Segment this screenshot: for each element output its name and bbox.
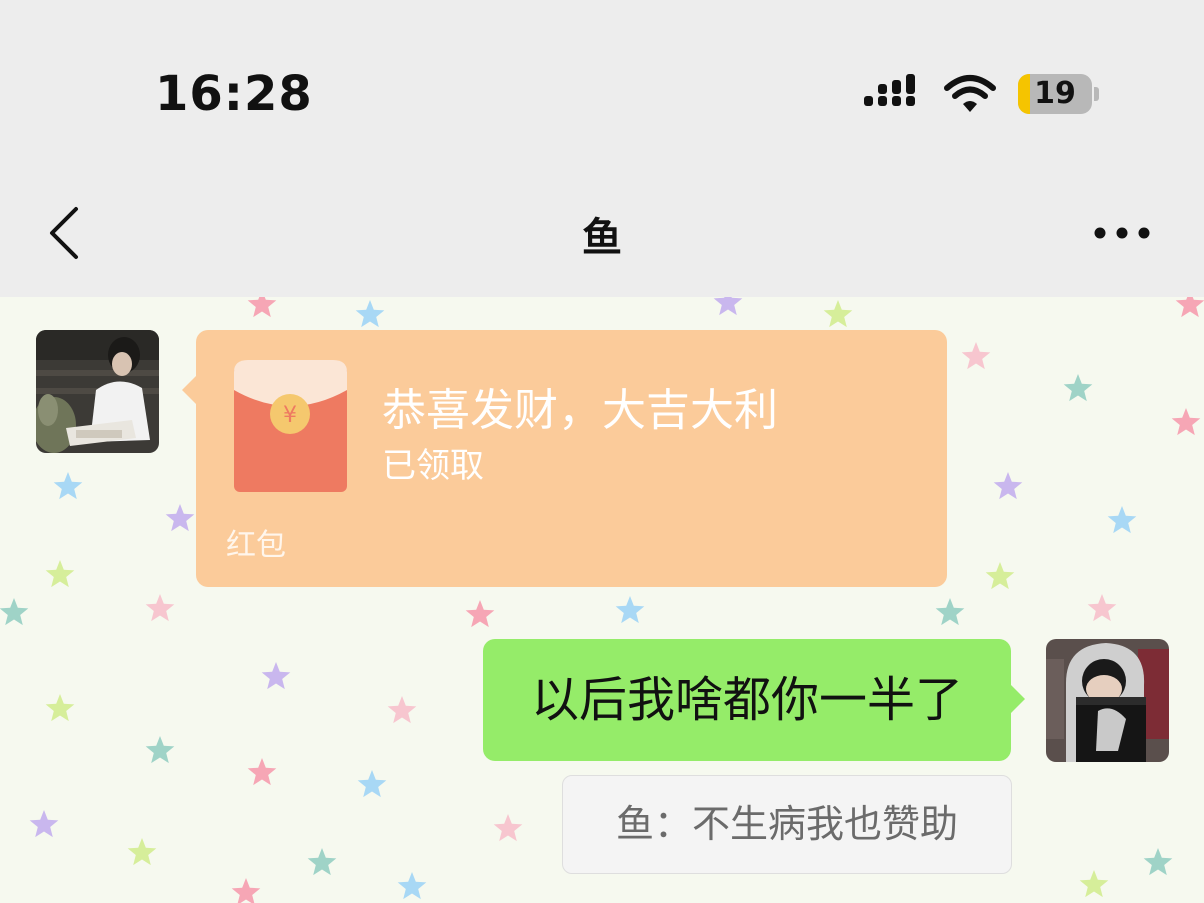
contact-avatar[interactable] (36, 330, 159, 453)
star-decoration (29, 810, 59, 838)
red-packet-label: 红包 (226, 528, 286, 563)
top-bar: 16:28 19 鱼 (0, 0, 1204, 297)
star-decoration (993, 472, 1023, 500)
star-decoration (165, 504, 195, 532)
chat-title: 鱼 (582, 215, 622, 261)
cellular-signal-icon (864, 74, 915, 106)
star-decoration (127, 838, 157, 866)
star-decoration (307, 848, 337, 876)
star-decoration (45, 560, 75, 588)
bubble-tail (182, 376, 196, 404)
star-decoration (231, 878, 261, 903)
star-decoration (961, 342, 991, 370)
star-decoration (493, 814, 523, 842)
my-avatar-image (1046, 639, 1169, 762)
battery-level: 19 (1034, 76, 1076, 111)
battery-cap (1094, 87, 1099, 101)
star-decoration (261, 662, 291, 690)
star-decoration (615, 596, 645, 624)
red-packet-greeting: 恭喜发财，大吉大利 (382, 385, 778, 436)
star-decoration (357, 770, 387, 798)
star-decoration (0, 598, 29, 626)
my-avatar[interactable] (1046, 639, 1169, 762)
quoted-reply-text: 鱼：不生病我也赞助 (615, 802, 958, 846)
star-decoration (713, 297, 743, 316)
star-decoration (1079, 870, 1109, 898)
star-decoration (465, 600, 495, 628)
red-packet-message[interactable]: ¥ 恭喜发财，大吉大利 已领取 红包 (182, 330, 947, 587)
star-decoration (145, 594, 175, 622)
star-decoration (53, 472, 83, 500)
star-decoration (355, 300, 385, 328)
star-decoration (985, 562, 1015, 590)
my-message-bubble[interactable]: 以后我啥都你一半了 (483, 639, 1025, 761)
star-decoration (45, 694, 75, 722)
red-envelope-icon: ¥ (234, 360, 347, 492)
bubble-tail (1011, 685, 1025, 713)
ellipsis-icon[interactable] (1090, 218, 1154, 248)
star-decoration (1171, 408, 1201, 436)
star-decoration (1107, 506, 1137, 534)
star-decoration (397, 872, 427, 900)
star-decoration (145, 736, 175, 764)
star-decoration (935, 598, 965, 626)
quoted-reply[interactable]: 鱼：不生病我也赞助 (562, 775, 1012, 874)
star-decoration (1063, 374, 1093, 402)
star-decoration (1143, 848, 1173, 876)
star-decoration (823, 300, 853, 328)
star-decoration (1087, 594, 1117, 622)
red-packet-status: 已领取 (382, 446, 484, 486)
svg-text:¥: ¥ (283, 403, 297, 428)
star-decoration (247, 297, 277, 318)
wifi-icon (944, 75, 996, 112)
battery-icon: 19 (1018, 74, 1092, 114)
status-time: 16:28 (155, 66, 313, 122)
my-message-text: 以后我啥都你一半了 (530, 672, 963, 728)
contact-avatar-image (36, 330, 159, 453)
star-decoration (1175, 297, 1204, 318)
star-decoration (387, 696, 417, 724)
star-decoration (247, 758, 277, 786)
